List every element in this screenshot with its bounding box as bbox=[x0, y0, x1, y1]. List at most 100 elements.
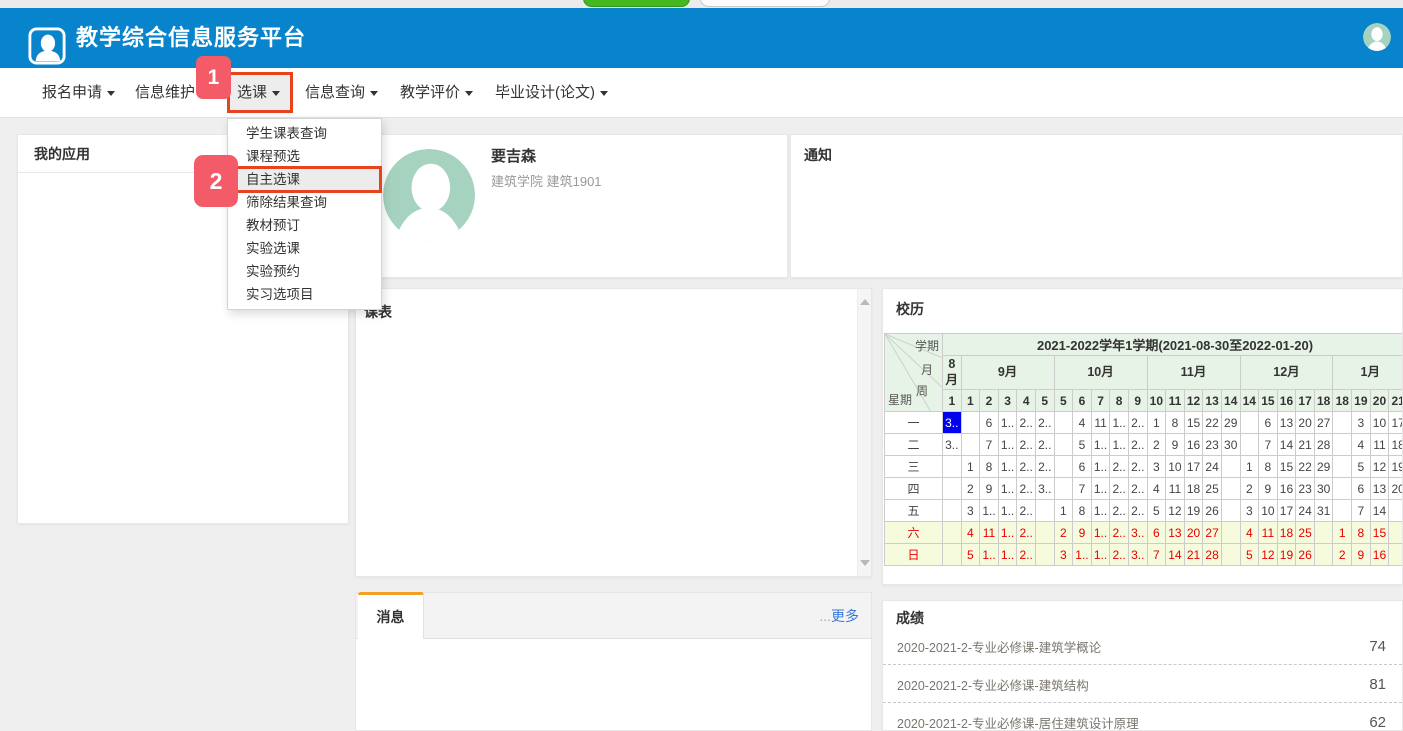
calendar-cell: 3 bbox=[1352, 412, 1371, 434]
calendar-week-number: 3 bbox=[998, 390, 1017, 412]
calendar-cell: 1.. bbox=[1091, 522, 1110, 544]
scroll-down-icon[interactable] bbox=[860, 560, 870, 566]
calendar-cell: 3.. bbox=[943, 434, 962, 456]
calendar-cell: 6 bbox=[1147, 522, 1166, 544]
calendar-cell: 24 bbox=[1296, 500, 1315, 522]
platform-logo-icon bbox=[28, 27, 66, 65]
calendar-cell: 1 bbox=[1240, 456, 1259, 478]
user-avatar-icon[interactable] bbox=[1363, 23, 1391, 51]
calendar-cell bbox=[1221, 500, 1240, 522]
nav-item-1[interactable]: 报名申请 bbox=[42, 68, 115, 118]
calendar-cell: 2.. bbox=[1128, 456, 1147, 478]
calendar-cell: 16 bbox=[1184, 434, 1203, 456]
calendar-cell: 3.. bbox=[1128, 544, 1147, 566]
gray-button-stub[interactable] bbox=[700, 0, 830, 7]
calendar-row: 二3..71..2..2..51..1..2..2916233071421284… bbox=[885, 434, 1403, 456]
nav-item-5[interactable]: 教学评价 bbox=[400, 68, 473, 118]
nav-item-6[interactable]: 毕业设计(论文) bbox=[495, 68, 608, 118]
calendar-cell: 18 bbox=[1389, 434, 1403, 456]
calendar-cell: 3 bbox=[1054, 544, 1073, 566]
calendar-cell: 13 bbox=[1166, 522, 1185, 544]
dropdown-item-8[interactable]: 实习选项目 bbox=[228, 283, 381, 306]
grade-row: 2020-2021-2-专业必修课-建筑结构81 bbox=[883, 665, 1402, 703]
nav-item-4[interactable]: 信息查询 bbox=[305, 68, 378, 118]
calendar-cell: 27 bbox=[1203, 522, 1222, 544]
dropdown-item-6[interactable]: 实验选课 bbox=[228, 237, 381, 260]
calendar-cell: 11 bbox=[1166, 478, 1185, 500]
calendar-cell bbox=[1314, 544, 1333, 566]
calendar-cell: 17 bbox=[1184, 456, 1203, 478]
calendar-cell: 1.. bbox=[998, 434, 1017, 456]
calendar-cell: 15 bbox=[1184, 412, 1203, 434]
calendar-cell: 11 bbox=[1370, 434, 1389, 456]
calendar-cell: 5 bbox=[1147, 500, 1166, 522]
calendar-cell: 20 bbox=[1389, 478, 1403, 500]
grade-score: 62 bbox=[1369, 714, 1386, 731]
calendar-cell: 23 bbox=[1203, 434, 1222, 456]
calendar-cell: 3 bbox=[1147, 456, 1166, 478]
calendar-cell: 2.. bbox=[1110, 522, 1129, 544]
calendar-cell: 2.. bbox=[1035, 434, 1054, 456]
calendar-cell: 15 bbox=[1370, 522, 1389, 544]
calendar-cell bbox=[961, 412, 980, 434]
calendar-week-number: 1 bbox=[943, 390, 962, 412]
calendar-cell: 9 bbox=[980, 478, 999, 500]
calendar-cell bbox=[1333, 478, 1352, 500]
more-link[interactable]: ...更多 bbox=[819, 606, 859, 626]
calendar-cell bbox=[1221, 522, 1240, 544]
calendar-cell: 29 bbox=[1221, 412, 1240, 434]
calendar-cell: 22 bbox=[1203, 412, 1222, 434]
calendar-cell: 7 bbox=[1259, 434, 1278, 456]
dropdown-item-4[interactable]: 筛除结果查询 bbox=[228, 191, 381, 214]
calendar-cell bbox=[1333, 456, 1352, 478]
calendar-cell: 21 bbox=[1184, 544, 1203, 566]
grade-course-name: 2020-2021-2-专业必修课-建筑结构 bbox=[897, 675, 1089, 694]
calendar-cell: 8 bbox=[1073, 500, 1092, 522]
calendar-cell: 17 bbox=[1389, 412, 1403, 434]
calendar-cell bbox=[943, 478, 962, 500]
course-selection-dropdown: 学生课表查询课程预选自主选课筛除结果查询教材预订实验选课实验预约实习选项目 bbox=[227, 118, 382, 310]
tab-messages[interactable]: 消息 bbox=[358, 592, 424, 640]
calendar-month-header: 10月 bbox=[1054, 356, 1147, 390]
dropdown-item-5[interactable]: 教材预订 bbox=[228, 214, 381, 237]
student-name: 要吉森 bbox=[491, 145, 536, 166]
calendar-row: 五31..1..2..181..2..2..512192631017243171… bbox=[885, 500, 1403, 522]
calendar-cell: 9 bbox=[1166, 434, 1185, 456]
calendar-cell: 2.. bbox=[1035, 412, 1054, 434]
nav-item-3[interactable]: 选课 bbox=[237, 68, 280, 118]
grades-title: 成绩 bbox=[896, 608, 924, 628]
calendar-cell: 2.. bbox=[1017, 500, 1036, 522]
calendar-cell: 4 bbox=[1352, 434, 1371, 456]
dropdown-item-7[interactable]: 实验预约 bbox=[228, 260, 381, 283]
dropdown-item-3[interactable]: 自主选课 bbox=[228, 168, 381, 191]
calendar-cell: 14 bbox=[1370, 500, 1389, 522]
calendar-cell: 19 bbox=[1277, 544, 1296, 566]
calendar-cell: 2.. bbox=[1017, 544, 1036, 566]
timetable-scrollbar[interactable] bbox=[857, 289, 871, 576]
calendar-cell: 2.. bbox=[1017, 478, 1036, 500]
dropdown-item-2[interactable]: 课程预选 bbox=[228, 145, 381, 168]
grade-course-name: 2020-2021-2-专业必修课-建筑学概论 bbox=[897, 637, 1101, 656]
calendar-cell: 10 bbox=[1370, 412, 1389, 434]
calendar-cell: 30 bbox=[1221, 434, 1240, 456]
scroll-up-icon[interactable] bbox=[860, 299, 870, 305]
green-button-stub[interactable] bbox=[583, 0, 690, 7]
calendar-row: 六4111..2..291..2..3..613202741118251815 bbox=[885, 522, 1403, 544]
calendar-day-label: 五 bbox=[885, 500, 943, 522]
calendar-cell: 23 bbox=[1296, 478, 1315, 500]
calendar-cell: 2.. bbox=[1128, 478, 1147, 500]
calendar-cell: 1.. bbox=[998, 500, 1017, 522]
calendar-week-number: 5 bbox=[1035, 390, 1054, 412]
calendar-month-header: 1月 bbox=[1333, 356, 1403, 390]
calendar-cell: 1.. bbox=[998, 544, 1017, 566]
calendar-row: 一3..61..2..2..4111..2..18152229613202731… bbox=[885, 412, 1403, 434]
calendar-cell bbox=[1314, 522, 1333, 544]
calendar-day-label: 三 bbox=[885, 456, 943, 478]
calendar-week-number: 17 bbox=[1296, 390, 1315, 412]
calendar-cell: 1.. bbox=[1091, 456, 1110, 478]
calendar-cell: 13 bbox=[1277, 412, 1296, 434]
calendar-cell: 25 bbox=[1296, 522, 1315, 544]
dropdown-item-1[interactable]: 学生课表查询 bbox=[228, 122, 381, 145]
calendar-cell: 2 bbox=[1054, 522, 1073, 544]
messages-content bbox=[355, 639, 872, 731]
